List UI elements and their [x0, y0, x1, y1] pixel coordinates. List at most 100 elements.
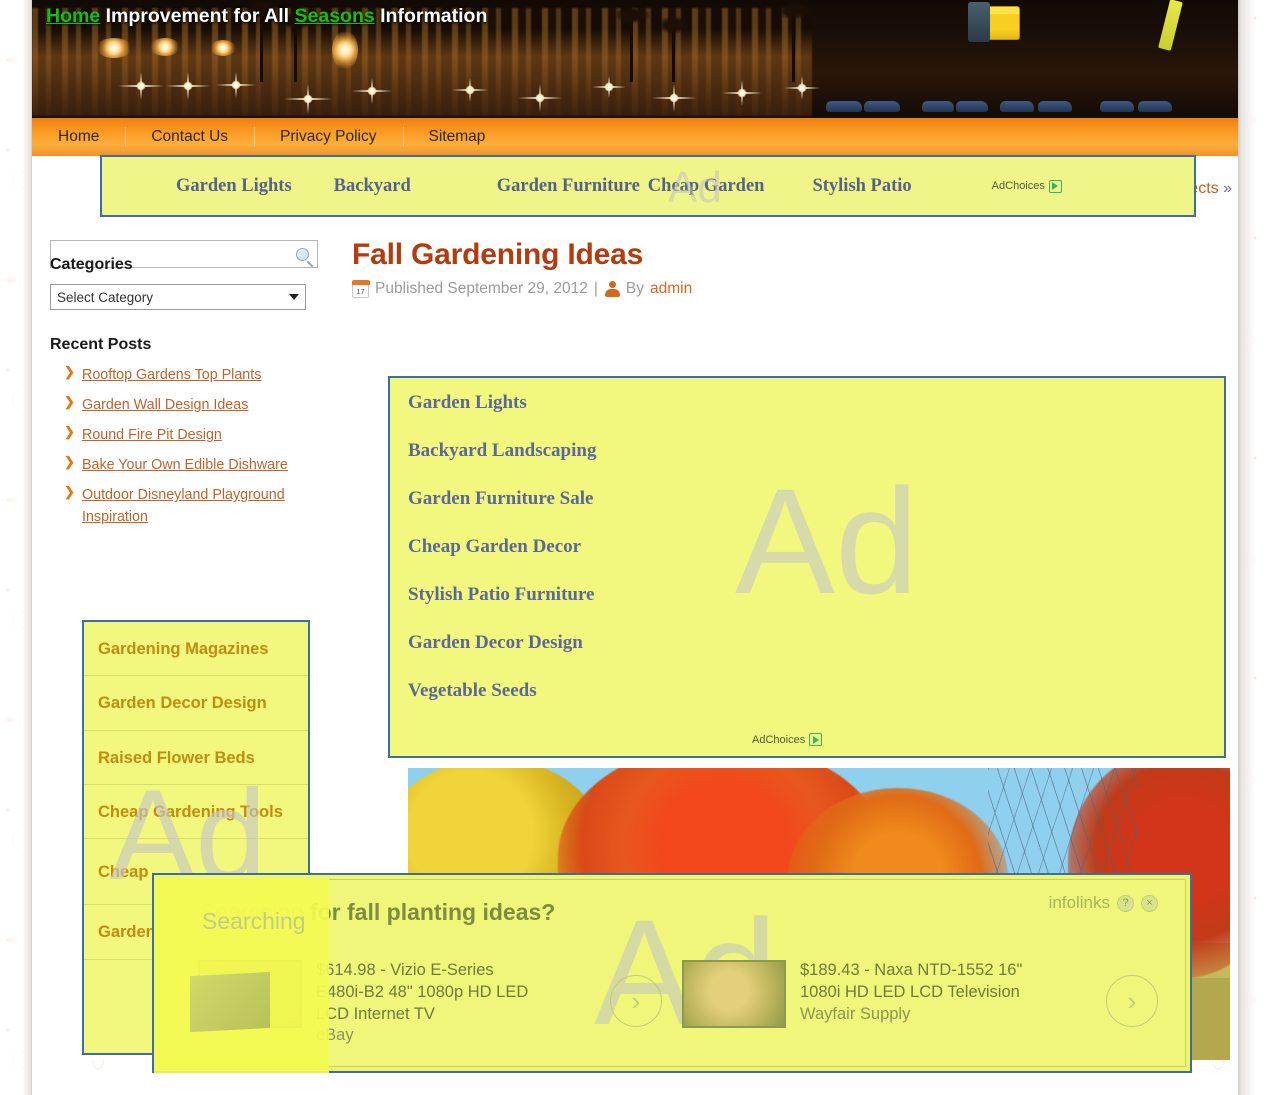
banner-light-flare — [166, 72, 210, 100]
banner-light-flare — [452, 78, 488, 102]
list-item: Garden Wall Design Ideas — [64, 394, 340, 416]
worker-leg — [1188, 0, 1218, 104]
main-column: Fall Gardening Ideas Published September… — [352, 238, 1222, 298]
ad-center-link-4[interactable]: Stylish Patio Furniture — [408, 584, 1224, 606]
banner-light-flare — [284, 84, 332, 114]
adchoices-label: AdChoices — [992, 180, 1045, 192]
product-thumbnail — [198, 960, 302, 1028]
adchoices-badge[interactable]: AdChoices — [752, 733, 822, 746]
recent-post-link[interactable]: Bake Your Own Edible Dishware — [82, 457, 288, 473]
site-title-link-home[interactable]: Home — [46, 5, 100, 27]
adchoices-label: AdChoices — [752, 734, 805, 746]
list-item: Round Fire Pit Design — [64, 424, 340, 446]
nav-item-home[interactable]: Home — [32, 118, 125, 156]
banner-street-light — [210, 40, 236, 56]
adchoices-triangle-icon — [809, 733, 822, 746]
worker-shoe — [1100, 101, 1134, 112]
ad-sidebar-link-3[interactable]: Cheap Gardening Tools — [84, 785, 308, 839]
chevron-down-icon — [289, 294, 299, 300]
site-title-link-seasons[interactable]: Seasons — [295, 5, 375, 27]
nav-item-privacy-policy[interactable]: Privacy Policy — [254, 118, 402, 156]
banner-palm-tree — [792, 12, 795, 82]
worker-shoe — [826, 101, 862, 112]
ad-sidebar-link-0[interactable]: Gardening Magazines — [84, 622, 308, 676]
product-line-3: LCD Internet TV — [316, 1004, 528, 1026]
recent-post-link[interactable]: Rooftop Gardens Top Plants — [82, 367, 261, 383]
author-link[interactable]: admin — [650, 280, 692, 298]
list-item: Outdoor Disneyland Playground Inspiratio… — [64, 484, 340, 528]
close-icon[interactable]: × — [1141, 895, 1158, 912]
recent-posts-list: Rooftop Gardens Top Plants Garden Wall D… — [50, 364, 340, 528]
list-item: Rooftop Gardens Top Plants — [64, 364, 340, 386]
list-item: Bake Your Own Edible Dishware — [64, 454, 340, 476]
page-left-shadow — [0, 0, 32, 1095]
product-price-title: $614.98 - Vizio E-Series — [316, 960, 528, 982]
worker-shoe — [1138, 101, 1172, 112]
next-post-chevron: » — [1223, 180, 1232, 197]
ad-center-link-3[interactable]: Cheap Garden Decor — [408, 536, 1224, 558]
infolinks-product-1[interactable]: $614.98 - Vizio E-Series E480i-B2 48" 10… — [198, 960, 528, 1047]
nav-item-contact-us[interactable]: Contact Us — [125, 118, 254, 156]
recent-post-link[interactable]: Round Fire Pit Design — [82, 427, 222, 443]
ad-leaderboard-block[interactable]: Ad Garden Lights Backyard Garden Furnitu… — [100, 155, 1196, 217]
adchoices-badge[interactable]: AdChoices — [992, 180, 1062, 193]
ad-center-link-2[interactable]: Garden Furniture Sale — [408, 488, 1224, 510]
recent-post-link[interactable]: Garden Wall Design Ideas — [82, 397, 248, 413]
ad-center-link-1[interactable]: Backyard Landscaping — [408, 440, 1224, 462]
banner-street-light — [150, 38, 180, 56]
ad-center-block[interactable]: Ad Garden Lights Backyard Landscaping Ga… — [388, 376, 1226, 758]
sidebar: Categories Select Category Recent Posts … — [50, 256, 340, 536]
ad-leaderboard-link-4[interactable]: Stylish Patio — [812, 176, 911, 197]
ad-sidebar-link-1[interactable]: Garden Decor Design — [84, 676, 308, 730]
worker-shoe — [956, 101, 988, 112]
worker-shoe — [1038, 101, 1072, 112]
ad-infolinks-heading-rest: for fall planting ideas? — [310, 899, 555, 925]
site-title-text-2: Information — [375, 5, 488, 27]
ad-infolinks-block[interactable]: Searching for fall planting ideas? infol… — [152, 873, 1192, 1073]
ad-leaderboard-link-2[interactable]: Garden Furniture — [497, 176, 640, 197]
banner-light-flare — [216, 72, 256, 98]
page-title: Fall Gardening Ideas — [352, 238, 1222, 272]
ad-center-link-0[interactable]: Garden Lights — [408, 392, 1224, 414]
banner-palm-tree — [672, 26, 675, 82]
ad-infolinks-heading: Searching for fall planting ideas? — [200, 899, 555, 926]
product-price-title: $189.43 - Naxa NTD-1552 16" — [800, 960, 1022, 982]
worker-shoe — [1000, 101, 1034, 112]
infolinks-product-2[interactable]: $189.43 - Naxa NTD-1552 16" 1080i HD LED… — [682, 960, 1022, 1028]
site-container: Home Improvement for All Seasons Informa… — [32, 0, 1238, 1060]
ad-sidebar-link-2[interactable]: Raised Flower Beds — [84, 731, 308, 785]
worker-leg — [1038, 0, 1066, 104]
product-source: Wayfair Supply — [800, 1004, 1022, 1026]
product-text: $189.43 - Naxa NTD-1552 16" 1080i HD LED… — [800, 960, 1022, 1025]
worker-shoe — [922, 101, 954, 112]
toolbox-handle — [968, 2, 990, 42]
banner-palm-tree — [630, 16, 633, 82]
site-title: Home Improvement for All Seasons Informa… — [46, 5, 487, 28]
product-text: $614.98 - Vizio E-Series E480i-B2 48" 10… — [316, 960, 528, 1047]
article-meta: Published September 29, 2012 | By admin — [352, 280, 1222, 298]
banner-light-flare — [722, 80, 762, 106]
worker-leg — [1104, 0, 1132, 104]
worker-shoe — [864, 101, 900, 112]
categories-widget-title: Categories — [50, 256, 340, 274]
ad-center-link-5[interactable]: Garden Decor Design — [408, 632, 1224, 654]
carousel-next-arrow[interactable]: › — [1106, 975, 1158, 1027]
carousel-next-arrow[interactable]: › — [610, 975, 662, 1027]
banner-light-flare — [518, 84, 562, 112]
ad-center-link-6[interactable]: Vegetable Seeds — [408, 680, 1224, 702]
recent-post-link[interactable]: Outdoor Disneyland Playground Inspiratio… — [82, 487, 285, 525]
ad-leaderboard-link-3[interactable]: Cheap Garden — [648, 176, 765, 197]
ad-leaderboard-link-1[interactable]: Backyard — [334, 176, 411, 197]
worker-leg — [830, 0, 860, 104]
help-icon[interactable]: ? — [1117, 895, 1134, 912]
category-select-value: Select Category — [57, 290, 153, 305]
meta-separator: | — [594, 280, 598, 298]
ad-leaderboard-link-0[interactable]: Garden Lights — [176, 176, 292, 197]
banner-street-light — [332, 30, 358, 70]
nav-item-sitemap[interactable]: Sitemap — [403, 118, 512, 156]
infolinks-logo-text: infolinks — [1049, 893, 1110, 913]
banner-light-flare — [652, 84, 696, 112]
product-source: eBay — [316, 1025, 528, 1047]
category-select[interactable]: Select Category — [50, 284, 306, 310]
calendar-icon — [352, 281, 369, 298]
